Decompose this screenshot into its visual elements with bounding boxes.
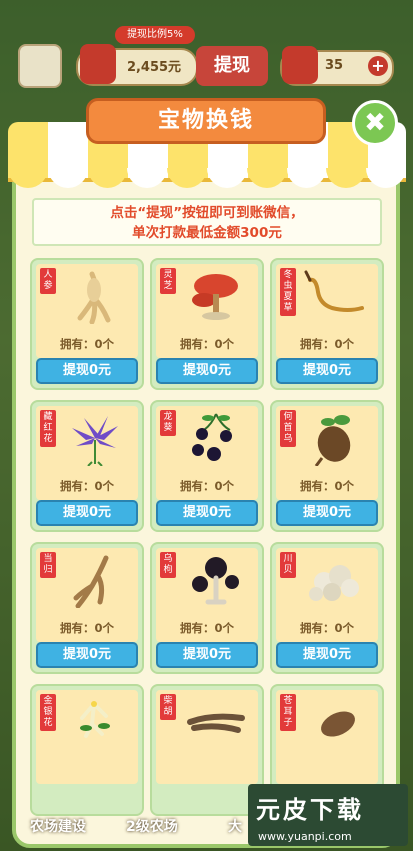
withdraw-item-button[interactable]: 提现0元	[36, 642, 138, 668]
withdraw-item-button[interactable]: 提现0元	[276, 642, 378, 668]
item-tag: 当归	[40, 552, 56, 578]
heshouwu-icon	[314, 415, 351, 466]
add-hearts-button[interactable]: +	[368, 56, 388, 76]
fritillaria-icon	[309, 565, 359, 601]
withdraw-item-button[interactable]: 提现0元	[156, 500, 258, 526]
top-hud: 提现比例5% 2,455元 提现 35 +	[0, 0, 413, 95]
xanthium-icon	[321, 711, 355, 737]
watermark-url: www.yuanpi.com	[258, 830, 352, 843]
watermark-title: 元皮下载	[256, 796, 364, 824]
item-tag: 柴胡	[160, 694, 176, 720]
owned-count: 拥有：0个	[299, 479, 354, 493]
treasure-card: 柴胡	[150, 684, 264, 816]
owned-count: 拥有：0个	[59, 479, 114, 493]
withdraw-item-button[interactable]: 提现0元	[36, 358, 138, 384]
bupleurum-icon	[187, 713, 245, 733]
treasure-card: 金银花	[30, 684, 144, 816]
heart-icon	[282, 46, 318, 84]
treasure-card: 灵芝 拥有：0个 提现0元	[150, 258, 264, 390]
item-tag: 灵芝	[160, 268, 176, 294]
avatar[interactable]	[18, 44, 62, 88]
panel-title: 宝物换钱	[86, 98, 326, 144]
nav-extra[interactable]: 大	[228, 816, 242, 836]
owned-count: 拥有：0个	[59, 337, 114, 351]
item-tag: 龙葵	[160, 410, 176, 436]
black-berry-icon	[192, 557, 239, 605]
close-icon[interactable]: ✖	[352, 100, 398, 146]
item-tag: 藏红花	[40, 410, 56, 447]
owned-count: 拥有：0个	[59, 621, 114, 635]
withdraw-notice: 点击“提现”按钮即可到账微信， 单次打款最低金额300元	[32, 198, 382, 246]
withdraw-button[interactable]: 提现	[196, 46, 268, 86]
treasure-card: 何首乌 拥有：0个 提现0元	[270, 400, 384, 532]
notice-line-1: 点击“提现”按钮即可到账微信，	[110, 205, 304, 221]
treasure-card: 龙葵 拥有：0个 提现0元	[150, 400, 264, 532]
owned-count: 拥有：0个	[179, 479, 234, 493]
treasure-card: 乌枸 拥有：0个 提现0元	[150, 542, 264, 674]
ratio-badge: 提现比例5%	[115, 26, 195, 44]
withdraw-item-button[interactable]: 提现0元	[276, 500, 378, 526]
treasure-card: 川贝 拥有：0个 提现0元	[270, 542, 384, 674]
withdraw-item-button[interactable]: 提现0元	[276, 358, 378, 384]
notice-line-2: 单次打款最低金额300元	[132, 225, 282, 241]
nav-farm-level[interactable]: 2级农场	[126, 816, 178, 836]
item-tag: 乌枸	[160, 552, 176, 578]
honeysuckle-icon	[80, 701, 110, 738]
owned-count: 拥有：0个	[299, 621, 354, 635]
lingzhi-icon	[192, 274, 238, 320]
item-tag: 川贝	[280, 552, 296, 578]
item-tag: 苍耳子	[280, 694, 296, 731]
balance-value: 2,455元	[126, 60, 182, 75]
angelica-icon	[73, 555, 109, 608]
owned-count: 拥有：0个	[179, 337, 234, 351]
treasure-card: 冬虫夏草 拥有：0个 提现0元	[270, 258, 384, 390]
treasure-grid: 人参 拥有：0个 提现0元 灵芝 拥有：0个 提现0元 冬虫夏草 拥有：0个 提…	[30, 258, 386, 848]
treasure-card: 藏红花 拥有：0个 提现0元	[30, 400, 144, 532]
cordyceps-icon	[304, 270, 364, 312]
item-tag: 冬虫夏草	[280, 268, 296, 316]
treasure-card: 人参 拥有：0个 提现0元	[30, 258, 144, 390]
red-envelope-icon	[80, 44, 116, 84]
nav-farm-build[interactable]: 农场建设	[30, 816, 86, 836]
hearts-value: 35	[325, 58, 344, 73]
owned-count: 拥有：0个	[179, 621, 234, 635]
item-tag: 人参	[40, 268, 56, 294]
withdraw-item-button[interactable]: 提现0元	[36, 500, 138, 526]
item-tag: 何首乌	[280, 410, 296, 447]
saffron-icon	[72, 416, 118, 466]
nightshade-icon	[192, 413, 232, 461]
awning-scallop	[8, 168, 406, 188]
treasure-card: 当归 拥有：0个 提现0元	[30, 542, 144, 674]
owned-count: 拥有：0个	[299, 337, 354, 351]
withdraw-item-button[interactable]: 提现0元	[156, 642, 258, 668]
withdraw-item-button[interactable]: 提现0元	[156, 358, 258, 384]
ginseng-icon	[77, 271, 111, 324]
item-tag: 金银花	[40, 694, 56, 731]
